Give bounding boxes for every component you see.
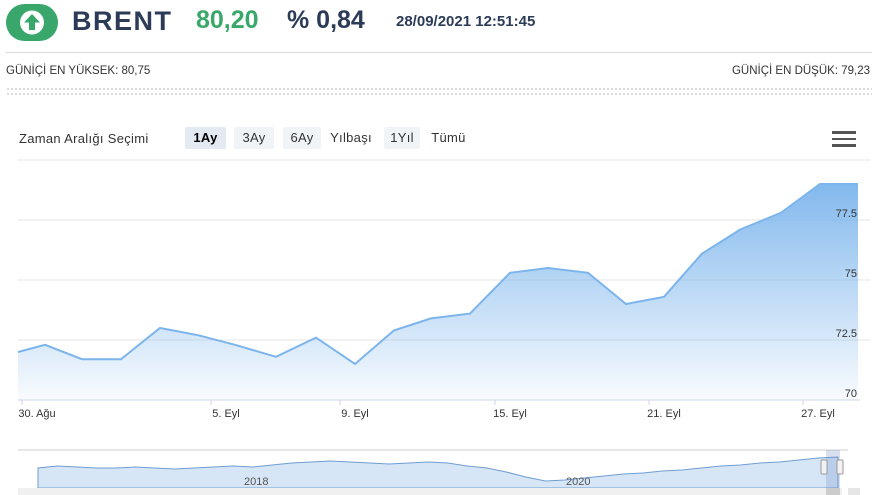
chart-navigator[interactable]: 2018 2020: [0, 445, 880, 495]
instrument-name: BRENT: [72, 6, 173, 36]
quote-timestamp: 28/09/2021 12:51:45: [396, 13, 536, 30]
range-selector-label: Zaman Aralığı Seçimi: [19, 131, 149, 146]
x-tick-label: 21. Eyl: [647, 408, 681, 420]
y-tick-label: 75: [845, 268, 857, 280]
y-tick-label: 77.5: [836, 208, 857, 220]
range-button-6ay[interactable]: 6Ay: [283, 127, 321, 149]
price-chart: 30. Ağu 5. Eyl 9. Eyl 15. Eyl 21. Eyl 27. Eyl…: [17, 159, 870, 420]
x-tick-label: 5. Eyl: [212, 408, 240, 420]
x-tick-label: 30. Ağu: [18, 408, 55, 420]
navigator-series: [37, 456, 839, 489]
range-button-1ay[interactable]: 1Ay: [185, 127, 226, 149]
y-tick-label: 72.5: [836, 328, 857, 340]
navigator-label-2020: 2020: [566, 476, 590, 488]
range-button-1yil[interactable]: 1Yıl: [384, 127, 420, 149]
scrollbar-right-arrow[interactable]: [848, 488, 860, 495]
dotted-separator: [6, 93, 872, 95]
price-area-fill: [18, 184, 858, 400]
x-tick-label: 27. Eyl: [801, 408, 835, 420]
header-divider: [6, 52, 872, 53]
dotted-separator: [6, 88, 872, 90]
day-low-label: GÜNİÇİ EN DÜŞÜK: 79,23: [731, 65, 870, 77]
range-button-3ay[interactable]: 3Ay: [234, 127, 274, 149]
navigator-label-2018: 2018: [244, 476, 268, 488]
navigator-scrollbar[interactable]: [18, 488, 842, 495]
y-tick-label: 70: [845, 388, 857, 400]
current-price: 80,20: [196, 6, 259, 34]
scrollbar-thumb[interactable]: [826, 488, 840, 495]
range-button-yilbasi[interactable]: Yılbaşı: [325, 127, 377, 149]
x-tick-label: 9. Eyl: [341, 408, 369, 420]
hamburger-menu-icon[interactable]: [832, 131, 856, 147]
range-button-tumu[interactable]: Tümü: [425, 127, 472, 149]
navigator-handle-left[interactable]: [820, 459, 828, 475]
percent-change: % 0,84: [287, 6, 365, 34]
navigator-handle-right[interactable]: [836, 459, 844, 475]
quote-header: BRENT 80,20 % 0,84 28/09/2021 12:51:45: [0, 0, 880, 48]
day-high-label: GÜNİÇİ EN YÜKSEK: 80,75: [6, 65, 151, 77]
arrow-up-icon: [6, 4, 58, 41]
x-tick-label: 15. Eyl: [493, 408, 527, 420]
